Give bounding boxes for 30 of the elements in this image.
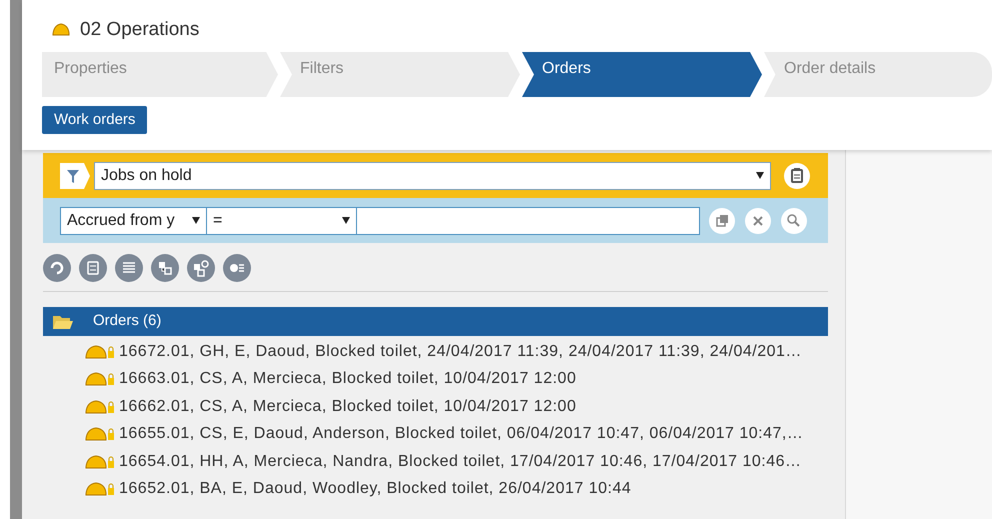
group-label: Orders (6) [93, 311, 162, 332]
page-title: 02 Operations [80, 18, 200, 42]
list-icon[interactable] [115, 254, 143, 282]
order-row[interactable]: 16655.01, CS, E, Daoud, Anderson, Blocked toilet, 06/04/2017 10:47, 06/04/2017 10:47,… [119, 422, 804, 446]
hard-hat-lock-icon [85, 398, 115, 415]
clipboard-icon[interactable] [783, 162, 811, 190]
work-orders-button[interactable]: Work orders [42, 106, 148, 134]
hard-hat-lock-icon [85, 426, 115, 442]
hard-hat-lock-icon [85, 371, 115, 388]
folder-icon [53, 314, 73, 329]
order-row[interactable]: 16663.01, CS, A, Mercieca, Blocked toilet, 10/04/2017 12:00 [119, 367, 576, 392]
filter-select[interactable]: Jobs on hold [94, 162, 771, 190]
refresh-icon[interactable] [43, 254, 71, 282]
order-row[interactable]: 16654.01, HH, A, Mercieca, Nandra, Blocked toilet, 17/04/2017 10:46, 17/04/2017 10:46… [119, 450, 802, 474]
close-icon[interactable] [744, 206, 772, 234]
order-row[interactable]: 16672.01, GH, E, Daoud, Blocked toilet, 24/04/2017 11:39, 24/04/2017 11:39, 24/04/201… [119, 340, 802, 364]
search-icon[interactable] [780, 206, 808, 234]
orders-group-header[interactable]: Orders (6) [43, 307, 828, 336]
hard-hat-lock-icon [85, 454, 115, 470]
hard-hat-icon [52, 23, 70, 37]
filter-icon[interactable] [60, 162, 90, 188]
caret-icon [756, 172, 764, 179]
hierarchy-icon[interactable] [151, 254, 179, 282]
hard-hat-lock-icon [85, 344, 115, 360]
order-row[interactable]: 16652.01, BA, E, Daoud, Woodley, Blocked toilet, 26/04/2017 10:44 [119, 477, 632, 502]
step-tab[interactable]: Orders [522, 52, 762, 97]
order-row[interactable]: 16662.01, CS, A, Mercieca, Blocked toilet, 10/04/2017 12:00 [119, 394, 576, 419]
filter-value: Jobs on hold [101, 166, 192, 186]
hard-hat-lock-icon [85, 481, 115, 498]
copy-icon[interactable] [708, 206, 736, 234]
